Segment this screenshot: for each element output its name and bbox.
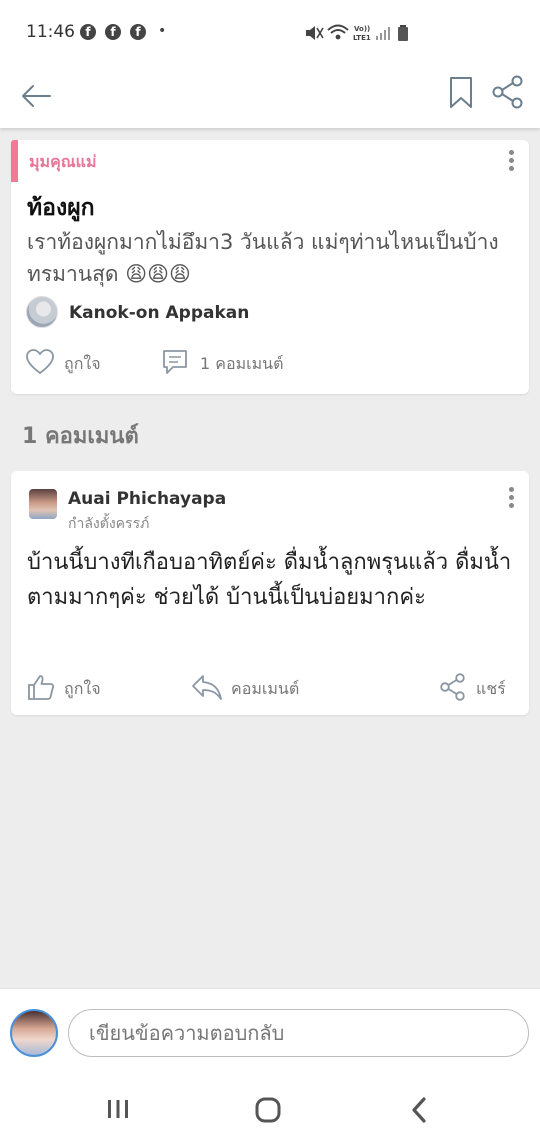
home-icon[interactable] xyxy=(254,1096,282,1124)
post-comment-count[interactable]: 1 คอมเมนต์ xyxy=(200,352,283,377)
post-body: เราท้องผูกมากไม่อึมา3 วันแล้ว แม่ๆท่านไห… xyxy=(27,230,499,286)
comment-share-button[interactable]: แชร์ xyxy=(476,677,506,702)
post-card: มุมคุณแม่ ท้องผูก เราท้องผูกมากไม่อึมา3 … xyxy=(11,140,529,394)
comment-icon[interactable] xyxy=(161,348,189,376)
comment-author-avatar[interactable] xyxy=(29,489,57,519)
post-like-button[interactable]: ถูกใจ xyxy=(64,352,101,377)
heart-icon[interactable] xyxy=(25,348,55,376)
battery-icon xyxy=(398,25,408,41)
system-back-icon[interactable] xyxy=(408,1096,430,1124)
reply-input[interactable] xyxy=(68,1009,529,1057)
mute-icon xyxy=(306,26,324,40)
comment-text: บ้านนี้บางทีเกือบอาทิตย์ค่ะ ดื่มน้ำลูกพร… xyxy=(27,550,512,610)
facebook-notification-icon: f xyxy=(130,24,146,40)
post-title: ท้องผูก xyxy=(27,195,95,221)
comment-card: Auai Phichayapa กำลังตั้งครรภ์ บ้านนี้บา… xyxy=(11,471,529,715)
share-icon[interactable] xyxy=(490,74,526,110)
category-accent-bar xyxy=(11,140,18,182)
comment-reply-button[interactable]: คอมเมนต์ xyxy=(231,677,299,702)
status-bar: 11:46 f f f • Vo)) LTE1 xyxy=(0,0,540,64)
reply-icon[interactable] xyxy=(191,673,223,701)
comment-author-name[interactable]: Auai Phichayapa xyxy=(68,489,226,509)
facebook-notification-icon: f xyxy=(105,24,121,40)
facebook-notification-icon: f xyxy=(80,24,96,40)
post-author-avatar[interactable] xyxy=(26,296,58,328)
comment-like-button[interactable]: ถูกใจ xyxy=(64,677,101,702)
thumbs-up-icon[interactable] xyxy=(27,673,55,701)
svg-text:Vo)): Vo)) xyxy=(354,25,370,33)
more-notifications-dot: • xyxy=(158,23,167,39)
wifi-icon xyxy=(327,24,349,40)
system-status-icons: Vo)) LTE1 xyxy=(306,24,408,42)
share-icon[interactable] xyxy=(439,673,467,701)
signal-icon xyxy=(376,27,390,40)
comment-more-options-icon[interactable] xyxy=(507,487,515,511)
post-author-name[interactable]: Kanok-on Appakan xyxy=(69,303,249,323)
system-navigation-bar xyxy=(0,1076,540,1140)
app-bar xyxy=(0,64,540,128)
back-arrow-icon[interactable] xyxy=(18,78,54,114)
volte-icon: Vo)) LTE1 xyxy=(353,25,371,42)
bookmark-icon[interactable] xyxy=(448,76,474,110)
comment-author-status: กำลังตั้งครรภ์ xyxy=(68,516,150,532)
status-time: 11:46 xyxy=(26,22,75,42)
recent-apps-icon[interactable] xyxy=(106,1098,130,1120)
current-user-avatar xyxy=(10,1009,58,1057)
post-category[interactable]: มุมคุณแม่ xyxy=(29,150,97,175)
comments-heading: 1 คอมเมนต์ xyxy=(22,424,139,449)
reply-composer xyxy=(0,988,540,1076)
svg-text:LTE1: LTE1 xyxy=(353,34,371,42)
post-more-options-icon[interactable] xyxy=(507,150,515,174)
